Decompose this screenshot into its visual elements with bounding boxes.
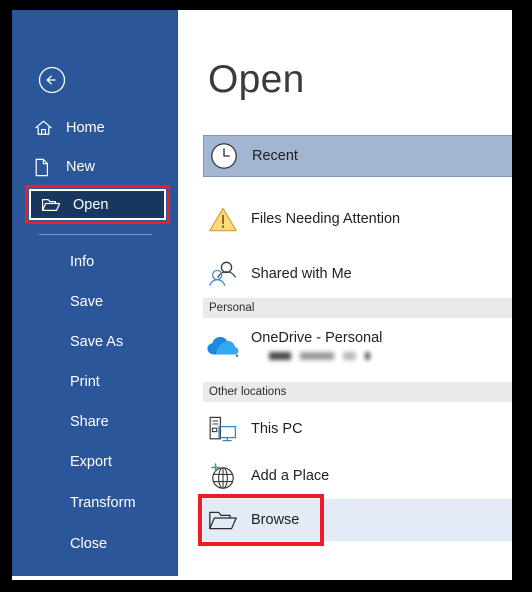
place-label: Shared with Me (251, 266, 352, 282)
place-row-files-needing-attention[interactable]: Files Needing Attention (203, 198, 512, 240)
nav-item-home[interactable]: Home (20, 113, 170, 143)
nav-item-share[interactable]: Share (70, 414, 109, 430)
redacted-chip (365, 352, 370, 360)
nav-item-transform[interactable]: Transform (70, 495, 136, 511)
nav-item-new[interactable]: New (20, 152, 170, 182)
annotation-box-browse (198, 494, 324, 546)
nav-item-print[interactable]: Print (70, 374, 100, 390)
page-title: Open (208, 58, 305, 101)
clock-icon (204, 139, 244, 173)
place-label: Add a Place (251, 468, 330, 484)
redacted-account-subtitle (269, 352, 382, 360)
place-label: Recent (252, 148, 298, 164)
redacted-chip (300, 352, 334, 360)
place-label: This PC (251, 421, 303, 437)
place-row-this-pc[interactable]: This PC (203, 408, 512, 450)
nav-item-label: Home (66, 120, 105, 136)
section-header-other-locations: Other locations (203, 382, 512, 402)
place-label: Files Needing Attention (251, 211, 401, 227)
nav-item-save-as[interactable]: Save As (70, 334, 123, 350)
nav-item-info[interactable]: Info (70, 254, 94, 270)
place-label: OneDrive - Personal (251, 330, 383, 346)
nav-item-save[interactable]: Save (70, 294, 103, 310)
warning-triangle-icon (203, 202, 243, 236)
onedrive-text-block: OneDrive - Personal (251, 326, 382, 360)
place-row-recent[interactable]: Recent (203, 135, 512, 177)
place-row-shared-with-me[interactable]: Shared with Me (203, 253, 512, 295)
place-row-add-a-place[interactable]: Add a Place (203, 455, 512, 497)
nav-item-close[interactable]: Close (70, 536, 107, 552)
open-pane: Open Recent Files Needing Attention Shar… (178, 10, 512, 576)
screenshot-canvas: Home New Open Info Save Save As Print Sh… (0, 0, 532, 592)
home-icon (34, 118, 60, 138)
nav-divider (39, 234, 152, 235)
backstage-view: Home New Open Info Save Save As Print Sh… (12, 10, 512, 580)
add-a-place-globe-icon (203, 459, 243, 493)
nav-item-label: New (66, 159, 96, 175)
annotation-box-open (25, 185, 170, 224)
section-header-personal: Personal (203, 298, 512, 318)
people-icon (203, 257, 243, 291)
redacted-chip (343, 352, 356, 360)
redacted-chip (269, 352, 291, 360)
nav-item-export[interactable]: Export (70, 454, 112, 470)
this-pc-icon (203, 412, 243, 446)
back-arrow-icon[interactable] (38, 66, 66, 94)
new-document-icon (34, 157, 60, 177)
backstage-navigation-pane: Home New Open Info Save Save As Print Sh… (12, 10, 178, 576)
place-row-onedrive-personal[interactable]: OneDrive - Personal (203, 326, 512, 372)
onedrive-cloud-icon (203, 326, 243, 366)
